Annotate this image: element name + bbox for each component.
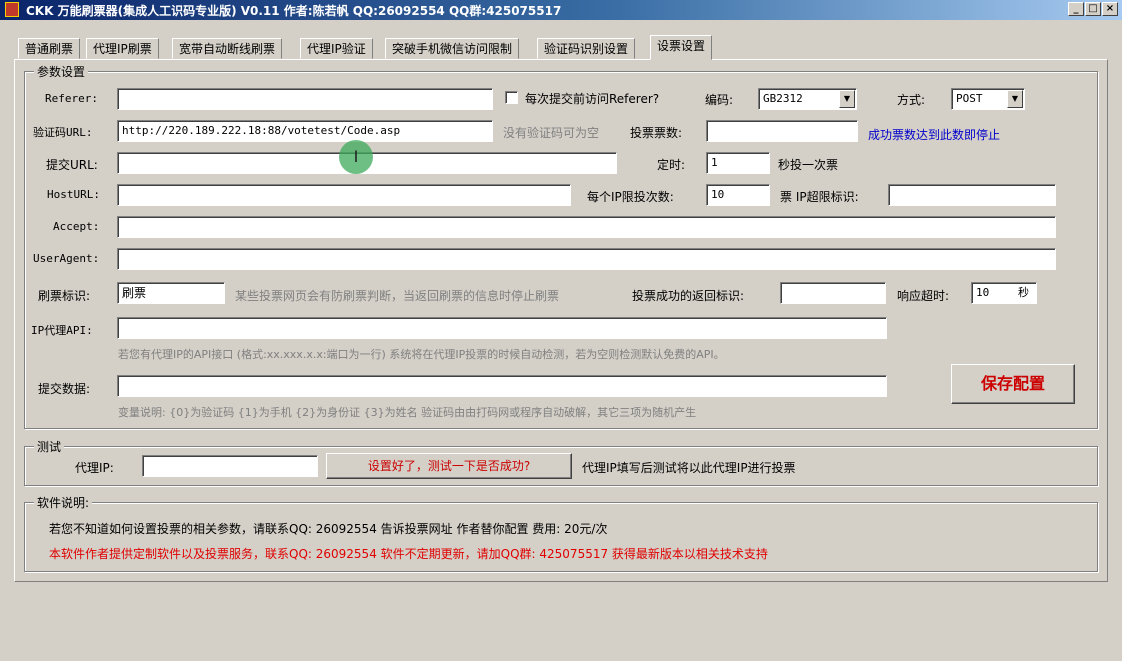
window-title: CKK 万能刷票器(集成人工识码专业版) V0.11 作者:陈若帆 QQ:260… [26, 4, 562, 18]
proxy-api-input[interactable] [117, 317, 887, 339]
tab-mobile-wechat[interactable]: 突破手机微信访问限制 [385, 38, 520, 59]
ip-limit-input[interactable] [888, 184, 1056, 206]
host-url-input[interactable] [117, 184, 571, 206]
host-url-label: HostURL: [47, 188, 100, 201]
test-hint: 代理IP填写后测试将以此代理IP进行投票 [582, 461, 796, 475]
referer-label: Referer: [45, 92, 98, 105]
timer-input[interactable]: 1 [706, 152, 770, 174]
accept-label: Accept: [53, 220, 100, 233]
proxy-api-hint: 若您有代理IP的API接口 (格式:xx.xxx.x.x:端口为一行) 系统将在… [118, 348, 725, 361]
tab-vote-settings[interactable]: 设票设置 [650, 35, 713, 60]
minimize-button[interactable]: _ [1068, 2, 1084, 16]
tab-proxy-vote[interactable]: 代理IP刷票 [86, 38, 159, 59]
method-value: POST [956, 92, 983, 105]
referer-input[interactable] [117, 88, 493, 110]
referer-checkbox-label: 每次提交前访问Referer? [525, 92, 660, 106]
submit-data-hint: 变量说明: {0}为验证码 {1}为手机 {2}为身份证 {3}为姓名 验证码由… [118, 406, 697, 419]
cursor-highlight: I [339, 140, 373, 174]
tab-broadband-vote[interactable]: 宽带自动断线刷票 [172, 38, 283, 59]
proxy-api-label: IP代理API: [31, 324, 93, 337]
success-input[interactable] [780, 282, 886, 304]
success-label: 投票成功的返回标识: [632, 289, 745, 303]
tab-proxy-verify[interactable]: 代理IP验证 [300, 38, 373, 59]
vote-count-hint: 成功票数达到此数即停止 [868, 128, 1001, 142]
timeout-input[interactable]: 10 秒 [971, 282, 1037, 304]
useragent-label: UserAgent: [33, 252, 100, 265]
close-button[interactable]: × [1102, 2, 1118, 16]
about-line-2: 本软件作者提供定制软件以及投票服务，联系QQ: 26092554 软件不定期更新… [49, 547, 768, 561]
chevron-down-icon[interactable]: ▼ [1007, 90, 1023, 108]
submit-data-label: 提交数据: [38, 382, 91, 396]
proxy-ip-input[interactable] [142, 455, 318, 477]
encoding-label: 编码: [705, 93, 734, 107]
title-bar: CKK 万能刷票器(集成人工识码专业版) V0.11 作者:陈若帆 QQ:260… [0, 0, 1122, 20]
submit-url-label: 提交URL: [46, 158, 98, 172]
captcha-url-input[interactable]: http://220.189.222.18:88/votetest/Code.a… [117, 120, 493, 142]
captcha-url-label: 验证码URL: [33, 126, 93, 139]
mark-hint: 某些投票网页会有防刷票判断，当返回刷票的信息时停止刷票 [235, 289, 560, 303]
captcha-hint: 没有验证码可为空 [503, 126, 600, 140]
per-ip-input[interactable]: 10 [706, 184, 770, 206]
vote-count-input[interactable] [706, 120, 858, 142]
test-button[interactable]: 设置好了，测试一下是否成功? [326, 453, 572, 479]
save-config-button[interactable]: 保存配置 [951, 364, 1075, 404]
about-line-1: 若您不知道如何设置投票的相关参数，请联系QQ: 26092554 告诉投票网址 … [49, 522, 608, 536]
timeout-label: 响应超时: [897, 289, 950, 303]
timeout-value: 10 [976, 286, 990, 299]
vote-count-label: 投票票数: [630, 126, 683, 140]
mark-label: 刷票标识: [38, 289, 91, 303]
tab-normal-vote[interactable]: 普通刷票 [18, 38, 81, 59]
submit-data-input[interactable] [117, 375, 887, 397]
useragent-input[interactable] [117, 248, 1056, 270]
referer-checkbox[interactable] [505, 91, 518, 104]
method-label: 方式: [897, 93, 926, 107]
test-legend: 测试 [34, 438, 65, 455]
timer-unit: 秒投一次票 [778, 158, 839, 172]
maximize-button[interactable]: □ [1085, 2, 1101, 16]
accept-input[interactable] [117, 216, 1056, 238]
timeout-unit: 秒 [1018, 286, 1029, 299]
proxy-ip-label: 代理IP: [75, 461, 114, 475]
about-legend: 软件说明: [34, 494, 93, 511]
encoding-value: GB2312 [763, 92, 803, 105]
tab-captcha-settings[interactable]: 验证码识别设置 [537, 38, 636, 59]
timer-label: 定时: [657, 158, 686, 172]
chevron-down-icon[interactable]: ▼ [839, 90, 855, 108]
per-ip-unit: 票 IP超限标识: [780, 190, 859, 204]
mark-input[interactable]: 刷票 [117, 282, 225, 304]
app-icon [5, 2, 19, 17]
per-ip-label: 每个IP限投次数: [587, 190, 674, 204]
params-legend: 参数设置 [34, 63, 89, 80]
